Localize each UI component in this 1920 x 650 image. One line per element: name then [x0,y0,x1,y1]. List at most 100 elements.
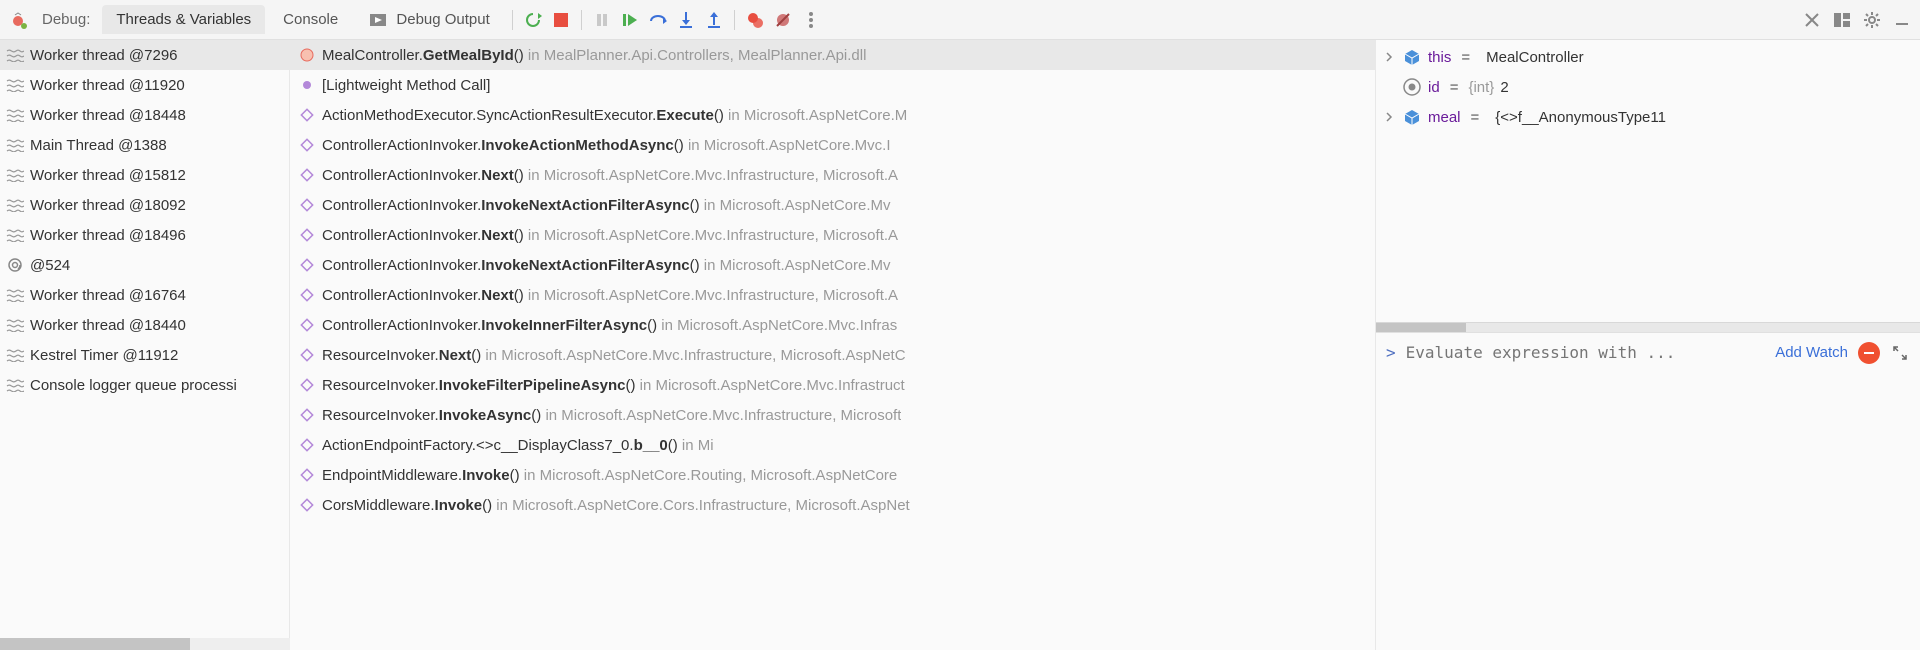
thread-row[interactable]: Worker thread @11920 [0,70,289,100]
thread-label: Console logger queue processi [30,377,237,394]
main-area: Worker thread @7296Worker thread @11920W… [0,40,1920,650]
stack-frame-row[interactable]: CorsMiddleware.Invoke() in Microsoft.Asp… [290,490,1375,520]
chevron-right-icon[interactable] [1382,110,1396,124]
tab-console[interactable]: Console [269,5,352,34]
mute-breakpoints-icon[interactable] [771,8,795,32]
stack-frame-row[interactable]: ActionEndpointFactory.<>c__DisplayClass7… [290,430,1375,460]
thread-row[interactable]: Worker thread @7296 [0,40,289,70]
watch-prompt: > [1386,343,1396,362]
thread-icon [6,226,24,244]
minimize-icon[interactable] [1890,8,1914,32]
stack-frame-row[interactable]: [Lightweight Method Call] [290,70,1375,100]
chevron-right-icon[interactable] [1382,50,1396,64]
thread-row[interactable]: Worker thread @16764 [0,280,289,310]
frame-icon [300,228,314,242]
watch-results-area [1376,372,1920,650]
debug-bug-icon[interactable] [6,8,30,32]
stack-frame-row[interactable]: ControllerActionInvoker.InvokeNextAction… [290,250,1375,280]
thread-row[interactable]: Worker thread @15812 [0,160,289,190]
frame-text: ControllerActionInvoker.InvokeActionMeth… [322,137,891,154]
stack-frame-row[interactable]: ResourceInvoker.Next() in Microsoft.AspN… [290,340,1375,370]
close-icon[interactable] [1800,8,1824,32]
stack-frame-row[interactable]: MealController.GetMealById() in MealPlan… [290,40,1375,70]
threads-panel[interactable]: Worker thread @7296Worker thread @11920W… [0,40,290,650]
stack-frame-row[interactable]: ControllerActionInvoker.InvokeInnerFilte… [290,310,1375,340]
frame-icon [300,378,314,392]
variable-name: meal [1428,109,1461,126]
separator [512,10,513,30]
stack-frame-row[interactable]: ResourceInvoker.InvokeFilterPipelineAsyn… [290,370,1375,400]
thread-label: Worker thread @18440 [30,317,186,334]
scrollbar-thumb[interactable] [1376,323,1466,332]
thread-row[interactable]: Worker thread @18092 [0,190,289,220]
scrollbar-thumb[interactable] [0,638,190,650]
stack-frame-row[interactable]: ControllerActionInvoker.Next() in Micros… [290,280,1375,310]
thread-row[interactable]: Worker thread @18496 [0,220,289,250]
evaluate-expression-input[interactable] [1406,343,1766,362]
tab-threads-variables[interactable]: Threads & Variables [102,5,265,34]
frame-icon [300,468,314,482]
frame-icon [300,108,314,122]
variable-row[interactable]: meal = {<>f__AnonymousType11 [1376,102,1920,132]
thread-icon [6,316,24,334]
thread-label: Main Thread @1388 [30,137,167,154]
thread-label: @524 [30,257,70,274]
variables-list[interactable]: this = MealControllerid = {int} 2meal = … [1376,40,1920,322]
thread-label: Worker thread @7296 [30,47,178,64]
thread-label: Worker thread @16764 [30,287,186,304]
view-breakpoints-icon[interactable] [743,8,767,32]
add-watch-link[interactable]: Add Watch [1775,344,1848,361]
frames-panel[interactable]: MealController.GetMealById() in MealPlan… [290,40,1375,650]
stack-frame-row[interactable]: ControllerActionInvoker.InvokeActionMeth… [290,130,1375,160]
stop-icon[interactable] [549,8,573,32]
thread-row[interactable]: @524 [0,250,289,280]
settings-icon[interactable] [1860,8,1884,32]
vars-scrollbar[interactable] [1376,322,1920,332]
thread-row[interactable]: Worker thread @18448 [0,100,289,130]
thread-row[interactable]: Worker thread @18440 [0,310,289,340]
frame-icon [300,198,314,212]
frame-icon [300,348,314,362]
frame-icon [300,48,314,62]
resume-icon[interactable] [618,8,642,32]
thread-row[interactable]: Main Thread @1388 [0,130,289,160]
rerun-icon[interactable] [521,8,545,32]
stack-frame-row[interactable]: ControllerActionInvoker.InvokeNextAction… [290,190,1375,220]
thread-icon [6,256,24,274]
frame-text: ControllerActionInvoker.InvokeNextAction… [322,257,891,274]
variable-row[interactable]: this = MealController [1376,42,1920,72]
frame-text: ControllerActionInvoker.Next() in Micros… [322,167,898,184]
stack-frame-row[interactable]: ControllerActionInvoker.Next() in Micros… [290,160,1375,190]
frame-text: ControllerActionInvoker.Next() in Micros… [322,227,898,244]
separator [734,10,735,30]
frame-icon [300,498,314,512]
frame-text: EndpointMiddleware.Invoke() in Microsoft… [322,467,897,484]
stack-frame-row[interactable]: ActionMethodExecutor.SyncActionResultExe… [290,100,1375,130]
tab-debug-output[interactable]: Debug Output [356,5,504,34]
thread-row[interactable]: Kestrel Timer @11912 [0,340,289,370]
stack-frame-row[interactable]: EndpointMiddleware.Invoke() in Microsoft… [290,460,1375,490]
frame-icon [300,408,314,422]
frame-icon [300,78,314,92]
more-icon[interactable] [799,8,823,32]
step-out-icon[interactable] [702,8,726,32]
thread-label: Worker thread @15812 [30,167,186,184]
layout-icon[interactable] [1830,8,1854,32]
variable-row[interactable]: id = {int} 2 [1376,72,1920,102]
variable-type-icon [1402,77,1422,97]
step-into-icon[interactable] [674,8,698,32]
expand-watch-icon[interactable] [1890,343,1910,363]
stack-frame-row[interactable]: ResourceInvoker.InvokeAsync() in Microso… [290,400,1375,430]
thread-row[interactable]: Console logger queue processi [0,370,289,400]
variable-type-icon [1402,107,1422,127]
frame-text: CorsMiddleware.Invoke() in Microsoft.Asp… [322,497,910,514]
stack-frame-row[interactable]: ControllerActionInvoker.Next() in Micros… [290,220,1375,250]
thread-icon [6,286,24,304]
thread-icon [6,196,24,214]
step-over-icon[interactable] [646,8,670,32]
frame-icon [300,288,314,302]
frame-text: ActionMethodExecutor.SyncActionResultExe… [322,107,907,124]
frame-text: ResourceInvoker.InvokeAsync() in Microso… [322,407,901,424]
pin-watch-icon[interactable] [1858,342,1880,364]
threads-scrollbar[interactable] [0,638,290,650]
